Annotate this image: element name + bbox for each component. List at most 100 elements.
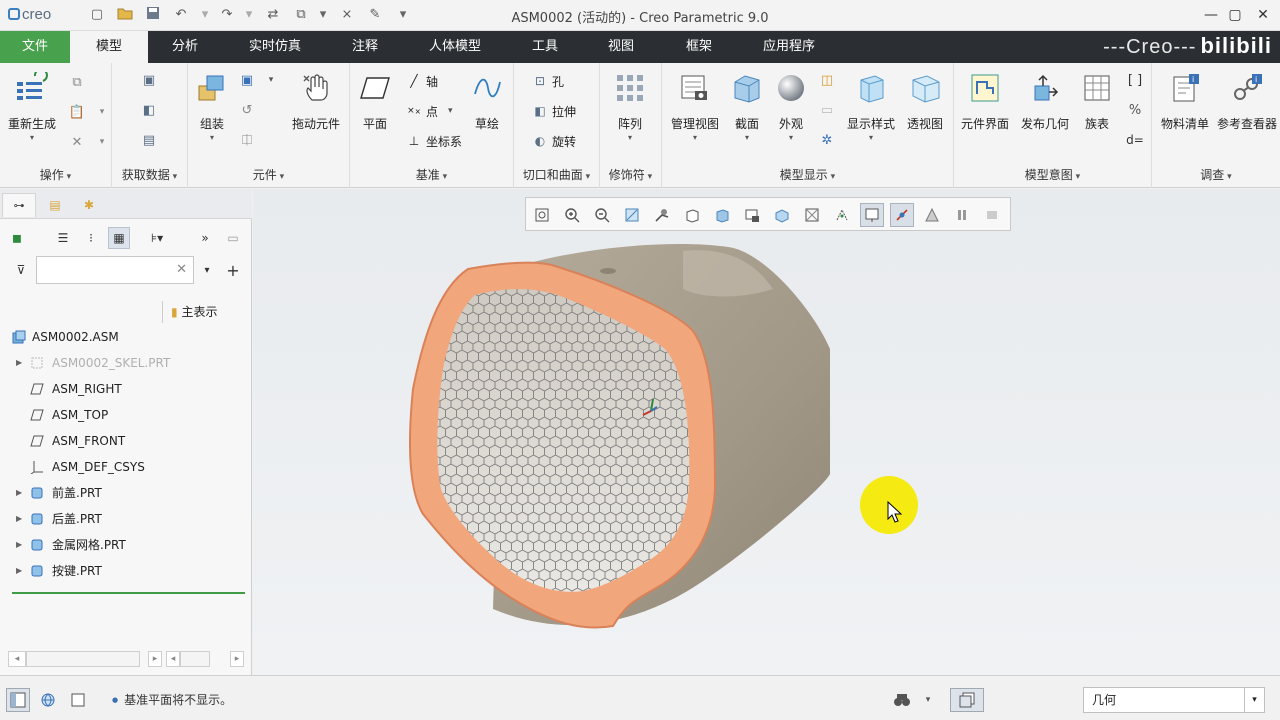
family-table-button[interactable]: 族表 bbox=[1066, 71, 1128, 132]
group-datum-label[interactable]: 基准 bbox=[350, 166, 513, 183]
switch-dimensions-icon[interactable]: % bbox=[1126, 101, 1144, 119]
tab-live-simulation[interactable]: 实时仿真 bbox=[236, 31, 314, 63]
reference-viewer-button[interactable]: i 参考查看器 bbox=[1216, 71, 1278, 132]
windows-dropdown-icon[interactable]: ▾ bbox=[314, 6, 332, 24]
delete-icon[interactable]: ✕ bbox=[68, 133, 86, 151]
assemble-button[interactable]: 组装 ▾ bbox=[182, 71, 242, 142]
filter-icon[interactable]: ⊽ bbox=[10, 259, 32, 281]
csys-button[interactable]: ⊥ 坐标系 bbox=[406, 131, 462, 151]
tree-item-asm0002[interactable]: ASM0002.ASM bbox=[0, 324, 250, 350]
drag-components-button[interactable]: 拖动元件 bbox=[284, 71, 348, 132]
tree-document-icon[interactable]: ▭ bbox=[222, 227, 244, 249]
scroll-left-icon[interactable]: ◂ bbox=[8, 651, 26, 667]
tree-item-metal-mesh[interactable]: ▶ 金属网格.PRT bbox=[0, 532, 250, 558]
group-component-label[interactable]: 元件 bbox=[188, 166, 349, 183]
sketch-button[interactable]: 草绘 bbox=[456, 71, 518, 132]
tree-item-asm-top[interactable]: ASM_TOP bbox=[0, 402, 250, 428]
exploded-view-icon[interactable]: ✲ bbox=[818, 131, 836, 149]
toggle-browser-icon[interactable] bbox=[36, 688, 60, 712]
tree-item-asm-front[interactable]: ASM_FRONT bbox=[0, 428, 250, 454]
tree-item-skeleton[interactable]: ▶ ASM0002_SKEL.PRT bbox=[0, 350, 250, 376]
scroll-left-icon-2[interactable]: ◂ bbox=[166, 651, 180, 667]
group-model-display-label[interactable]: 模型显示 bbox=[662, 166, 953, 183]
close-window-icon[interactable]: ⨯ bbox=[338, 6, 356, 24]
tree-horizontal-scrollbar[interactable]: ◂ ▸ ◂ ▸ bbox=[8, 651, 244, 667]
scroll-right-icon[interactable]: ▸ bbox=[148, 651, 162, 667]
plane-button[interactable]: 平面 bbox=[344, 71, 406, 132]
undo-dropdown-icon[interactable]: ▾ bbox=[196, 6, 214, 24]
display-style-button[interactable]: 显示样式 ▾ bbox=[840, 71, 902, 142]
tab-applications[interactable]: 应用程序 bbox=[748, 31, 830, 63]
group-investigate-label[interactable]: 调查 bbox=[1152, 166, 1280, 183]
tree-columns-icon[interactable]: ▦ bbox=[108, 227, 130, 249]
assemble-dropdown-icon[interactable]: ▾ bbox=[182, 133, 242, 142]
tree-item-asm-right[interactable]: ASM_RIGHT bbox=[0, 376, 250, 402]
create-component-icon[interactable]: ▣ bbox=[238, 71, 256, 89]
tab-model[interactable]: 模型 bbox=[70, 31, 148, 63]
customize-qat-icon[interactable]: ▾ bbox=[394, 6, 412, 24]
tab-tools[interactable]: 工具 bbox=[516, 31, 574, 63]
tree-item-button[interactable]: ▶ 按键.PRT bbox=[0, 558, 250, 584]
point-dropdown-icon[interactable]: ▾ bbox=[448, 106, 453, 116]
tab-manikin[interactable]: 人体模型 bbox=[416, 31, 494, 63]
tree-item-asm-def-csys[interactable]: ASM_DEF_CSYS bbox=[0, 454, 250, 480]
tab-model-tree[interactable]: ⊶ bbox=[2, 193, 36, 217]
component-interface-button[interactable]: 元件界面 bbox=[954, 71, 1016, 132]
scroll-right-icon-2[interactable]: ▸ bbox=[230, 651, 244, 667]
clear-search-icon[interactable]: ✕ bbox=[176, 262, 187, 277]
open-folder-icon[interactable] bbox=[116, 6, 134, 24]
tab-view[interactable]: 视图 bbox=[592, 31, 650, 63]
scroll-thumb[interactable] bbox=[26, 651, 140, 667]
tree-item-back-cover[interactable]: ▶ 后盖.PRT bbox=[0, 506, 250, 532]
bookmark-icon[interactable]: ✎ bbox=[366, 6, 384, 24]
tab-file[interactable]: 文件 bbox=[0, 31, 70, 63]
repeat-icon[interactable]: ↺ bbox=[238, 101, 256, 119]
pattern-dropdown-icon[interactable]: ▾ bbox=[600, 133, 660, 142]
maximize-icon[interactable]: ▢ bbox=[1222, 4, 1248, 26]
expand-icon[interactable]: ▶ bbox=[16, 558, 22, 584]
axis-button[interactable]: ╱ 轴 bbox=[406, 71, 438, 91]
scroll-thumb-2[interactable] bbox=[180, 651, 210, 667]
appearance-dropdown-icon[interactable]: ▾ bbox=[760, 133, 822, 142]
tree-settings-icon[interactable]: ⊧▾ bbox=[146, 227, 168, 249]
bom-button[interactable]: i 物料清单 bbox=[1154, 71, 1216, 132]
point-button[interactable]: × × 点 ▾ bbox=[406, 101, 453, 121]
perspective-button[interactable]: 透视图 bbox=[894, 71, 956, 132]
scene-icon[interactable]: ◫ bbox=[818, 71, 836, 89]
group-modifiers-label[interactable]: 修饰符 bbox=[600, 166, 661, 183]
tab-annotate[interactable]: 注释 bbox=[334, 31, 396, 63]
regenerate-quick-icon[interactable]: ⇄ bbox=[264, 6, 282, 24]
selection-buffer-icon[interactable] bbox=[950, 688, 984, 712]
insert-here-indicator[interactable] bbox=[12, 592, 245, 594]
copy-geometry-icon[interactable]: ◧ bbox=[140, 101, 158, 119]
expand-icon[interactable]: ▶ bbox=[16, 350, 22, 376]
assembly-3d-model[interactable] bbox=[253, 189, 1280, 675]
revolve-button[interactable]: ◐ 旋转 bbox=[532, 131, 576, 151]
group-operations-label[interactable]: 操作 bbox=[0, 166, 111, 183]
parameters-icon[interactable]: [ ] bbox=[1126, 71, 1144, 89]
group-model-intent-label[interactable]: 模型意图 bbox=[954, 166, 1151, 183]
tree-list-icon[interactable]: ☰ bbox=[52, 227, 74, 249]
new-file-icon[interactable]: ▢ bbox=[88, 6, 106, 24]
user-defined-feature-icon[interactable]: ▣ bbox=[140, 71, 158, 89]
regenerate-button[interactable]: 重新生成 ▾ bbox=[1, 71, 63, 142]
tree-filter-list-icon[interactable]: ⁝ bbox=[80, 227, 102, 249]
expand-more-icon[interactable]: » bbox=[194, 227, 216, 249]
full-screen-icon[interactable] bbox=[66, 688, 90, 712]
extrude-button[interactable]: ◧ 拉伸 bbox=[532, 101, 576, 121]
mirror-component-icon[interactable]: ⎅ bbox=[238, 131, 256, 149]
find-dropdown-icon[interactable]: ▾ bbox=[916, 688, 940, 712]
tab-analysis[interactable]: 分析 bbox=[154, 31, 216, 63]
copy-icon[interactable]: ⧉ bbox=[68, 73, 86, 91]
selection-filter-dropdown[interactable]: 几何 ▾ bbox=[1083, 687, 1265, 713]
redo-icon[interactable]: ↷ bbox=[218, 6, 236, 24]
tab-folder-browser[interactable]: ▤ bbox=[38, 193, 72, 217]
add-filter-icon[interactable]: + bbox=[222, 259, 244, 281]
pattern-button[interactable]: 阵列 ▾ bbox=[600, 71, 660, 142]
paste-icon[interactable]: 📋 bbox=[68, 103, 86, 121]
find-icon[interactable] bbox=[890, 688, 914, 712]
windows-icon[interactable]: ⧉ bbox=[292, 6, 310, 24]
display-style-dropdown-icon[interactable]: ▾ bbox=[840, 133, 902, 142]
expand-icon[interactable]: ▶ bbox=[16, 480, 22, 506]
group-get-data-label[interactable]: 获取数据 bbox=[112, 166, 187, 183]
